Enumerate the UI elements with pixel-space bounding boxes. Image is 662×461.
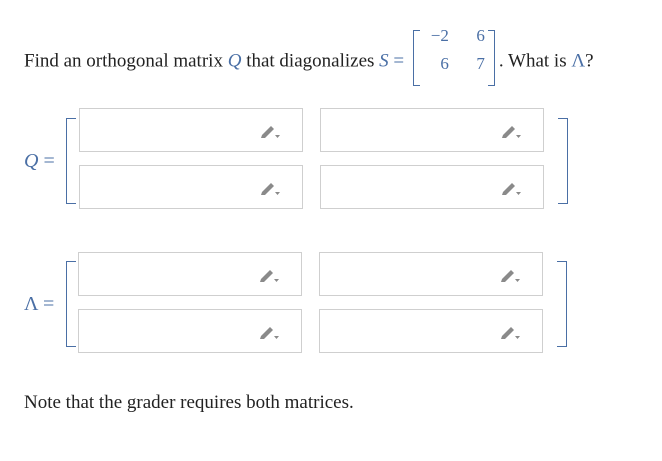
s-matrix-right-bracket: [487, 30, 495, 86]
prompt-text-after: . What is: [498, 50, 572, 72]
prompt-text-middle: that diagonalizes: [241, 50, 380, 72]
pencil-icon[interactable]: [501, 180, 521, 196]
q-cell-input[interactable]: [79, 108, 303, 152]
s-matrix-cell: −2: [430, 26, 449, 45]
s-matrix-cell: 7: [476, 54, 485, 73]
prompt-text-end: ?: [585, 50, 594, 72]
pencil-icon[interactable]: [501, 123, 521, 139]
s-matrix-cell: 6: [440, 54, 449, 73]
pencil-icon[interactable]: [260, 180, 280, 196]
s-matrix-cell: 6: [476, 26, 485, 45]
lambda-matrix-label: Λ =: [24, 293, 55, 315]
s-symbol: S: [379, 50, 389, 72]
pencil-icon[interactable]: [260, 123, 280, 139]
q-cell-input[interactable]: [79, 165, 303, 209]
lambda-cell-input[interactable]: [319, 252, 543, 296]
q-symbol: Q: [227, 50, 242, 72]
s-matrix: −2 6 6 7: [412, 26, 495, 86]
pencil-icon[interactable]: [500, 267, 520, 283]
lambda-cell-input[interactable]: [319, 309, 543, 353]
q-matrix-right-bracket: [558, 118, 568, 204]
lambda-cell-input[interactable]: [78, 309, 302, 353]
pencil-icon[interactable]: [500, 324, 520, 340]
pencil-icon[interactable]: [259, 267, 279, 283]
lambda-symbol: Λ: [571, 50, 586, 72]
equals-sign: =: [388, 50, 409, 72]
lambda-cell-input[interactable]: [78, 252, 302, 296]
question-prompt: Find an orthogonal matrix Q that diagona…: [24, 26, 594, 90]
lambda-matrix-right-bracket: [557, 261, 567, 347]
q-cell-input[interactable]: [320, 108, 544, 152]
prompt-text-before: Find an orthogonal matrix: [24, 50, 228, 72]
lambda-matrix-left-bracket: [66, 261, 76, 347]
q-matrix-left-bracket: [66, 118, 76, 204]
pencil-icon[interactable]: [259, 324, 279, 340]
q-cell-input[interactable]: [320, 165, 544, 209]
grader-note: Note that the grader requires both matri…: [24, 392, 354, 413]
q-matrix-label: Q =: [24, 150, 55, 172]
